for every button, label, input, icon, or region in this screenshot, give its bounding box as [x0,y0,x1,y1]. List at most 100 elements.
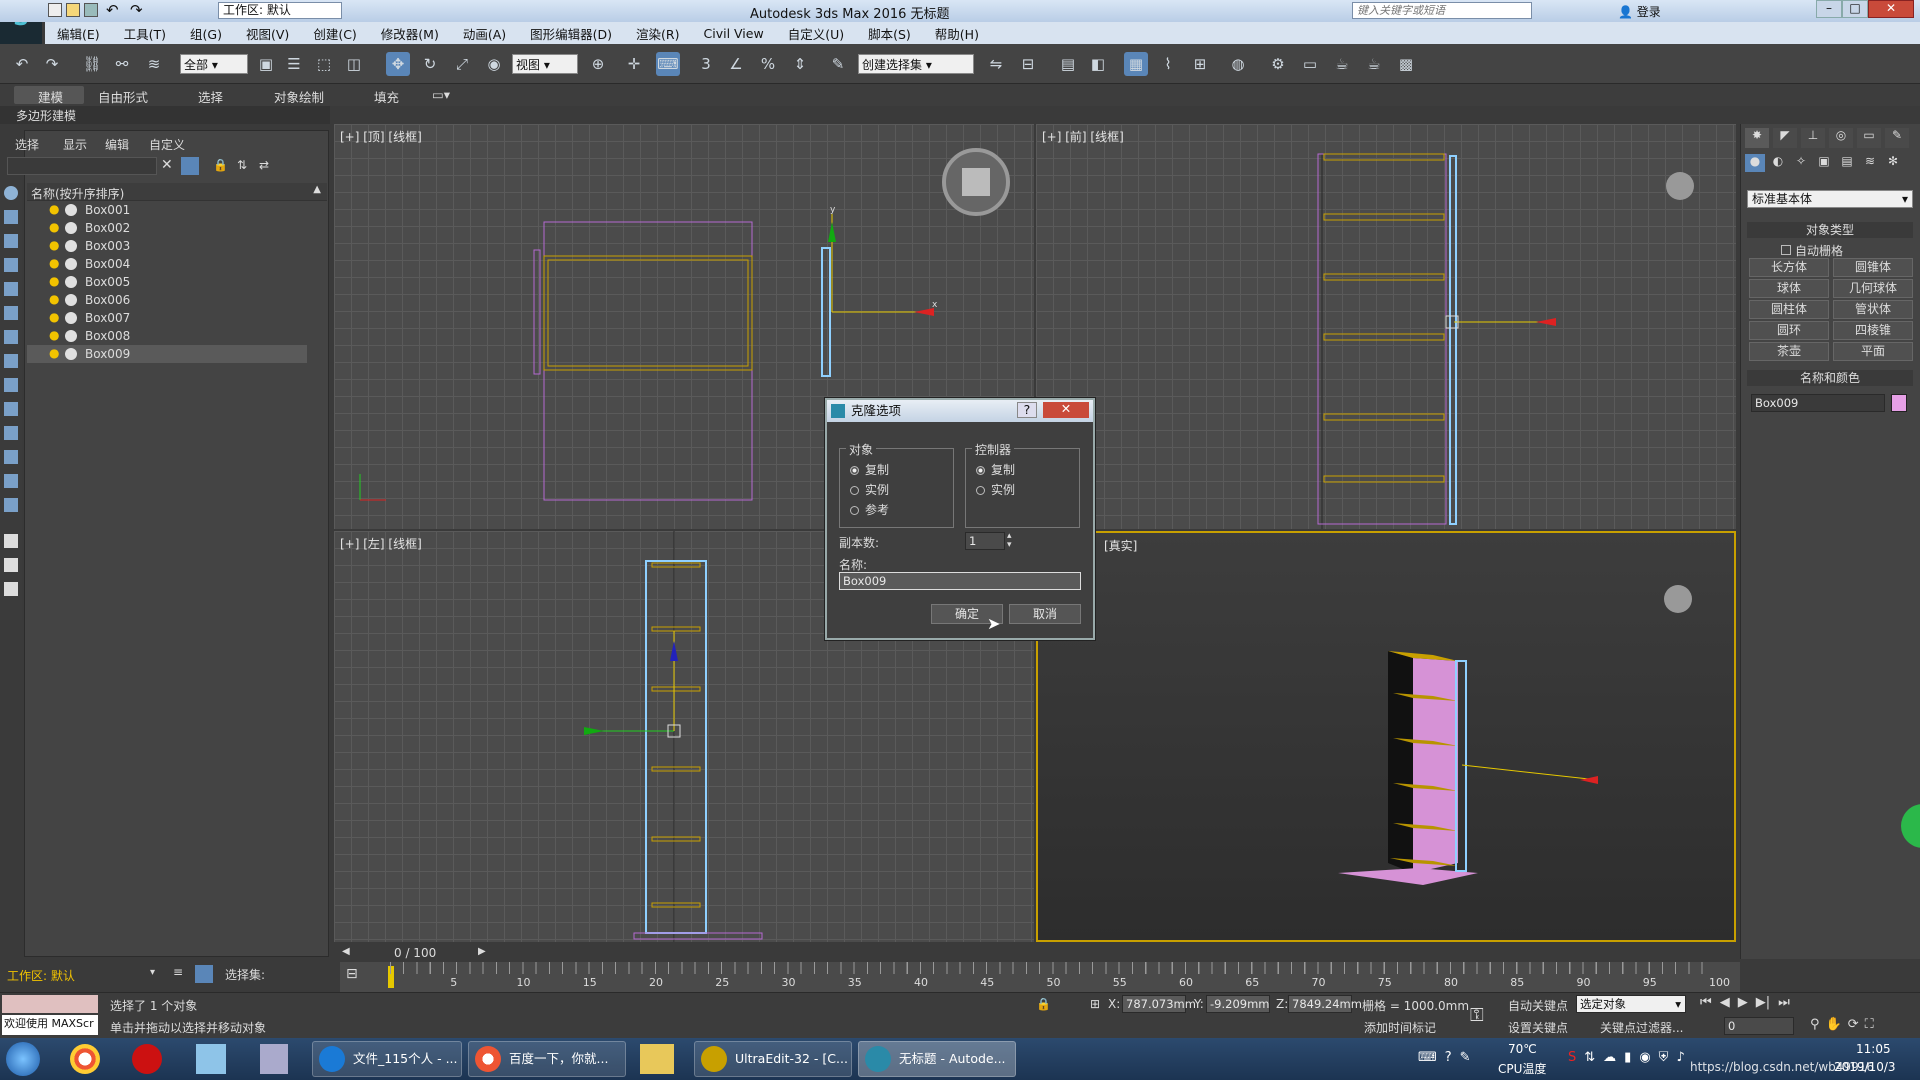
select-by-name-icon[interactable]: ☰ [282,52,306,76]
bind-spacewarp-icon[interactable]: ≋ [142,52,166,76]
close-icon[interactable]: ✕ [1868,0,1914,18]
file-explorer-icon[interactable] [640,1044,674,1074]
cloud-tray-icon[interactable]: ☁ [1603,1050,1616,1065]
volume-tray-icon[interactable]: ♪ [1676,1050,1684,1065]
explorer-tab-customize[interactable]: 自定义 [149,136,185,153]
lightbulb-icon[interactable]: ● [49,329,59,342]
list-item[interactable]: ● Box009 [27,345,307,363]
explorer-tab-display[interactable]: 显示 [63,136,87,153]
antivirus-tray-icon[interactable]: S [1568,1050,1576,1065]
maximize-icon[interactable]: □ [1842,0,1868,18]
menu-modifiers[interactable]: 修改器(M) [369,24,451,43]
lightbulb-icon[interactable]: ● [49,203,59,216]
render-setup-icon[interactable]: ⚙ [1266,52,1290,76]
time-next-icon[interactable]: ▶ [478,946,486,957]
placement-icon[interactable]: ◉ [482,52,506,76]
lightbulb-icon[interactable]: ● [49,239,59,252]
object-color-swatch[interactable] [1891,394,1907,412]
workspace-dropdown[interactable]: 工作区: 默认 [218,2,342,19]
key-filters-button[interactable]: 关键点过滤器... [1600,1019,1683,1036]
transform-mode-icon[interactable]: ⊞ [1090,997,1100,1011]
list-item[interactable]: ● Box008 [27,327,307,345]
manipulate-icon[interactable]: ✛ [622,52,646,76]
tab-selection[interactable]: 选择 [198,87,223,106]
utilities-tab-icon[interactable]: ✎ [1885,128,1909,148]
keyboard-shortcut-icon[interactable]: ⌨ [656,52,680,76]
systems-icon[interactable]: ✻ [1883,154,1903,174]
menu-graph-editors[interactable]: 图形编辑器(D) [518,24,624,43]
object-reference-radio[interactable]: 参考 [850,501,889,518]
lightbulb-icon[interactable]: ● [49,311,59,324]
menu-tools[interactable]: 工具(T) [112,24,178,43]
lightbulb-icon[interactable]: ● [49,275,59,288]
angle-snap-icon[interactable]: ∠ [724,52,748,76]
pan-icon[interactable]: ✋ [1826,1017,1842,1037]
scene-explorer-icon[interactable]: ▦ [1124,52,1148,76]
object-name-input[interactable]: Box009 [1751,394,1885,412]
taskbar-item-115[interactable]: 文件_115个人 - ... [312,1041,462,1077]
chrome-icon[interactable] [70,1044,100,1074]
render-activeshade-icon[interactable]: ▩ [1394,52,1418,76]
autogrid-checkbox[interactable]: 自动栅格 [1781,242,1843,259]
menu-animation[interactable]: 动画(A) [451,24,518,43]
object-instance-radio[interactable]: 实例 [850,481,889,498]
render-iterative-icon[interactable]: ☕ [1362,52,1386,76]
lock-icon[interactable]: 🔒 [213,158,228,172]
notepad-icon[interactable] [196,1044,226,1074]
list-header[interactable]: 名称(按升序排序) ▲ [27,183,327,201]
lightbulb-icon[interactable]: ● [49,221,59,234]
display-children-icon[interactable] [4,534,18,548]
start-button[interactable] [6,1042,40,1076]
display-dependents-icon[interactable] [4,582,18,596]
layers-icon[interactable]: ≡ [173,965,183,979]
pyramid-button[interactable]: 四棱锥 [1833,321,1913,340]
clock-date[interactable]: 2019/10/3 [1834,1060,1896,1074]
tab-modeling[interactable]: 建模 [38,87,63,106]
lightbulb-icon[interactable]: ● [49,293,59,306]
spacewarps-icon[interactable]: ≋ [1860,154,1880,174]
time-slider[interactable]: ◀ 0 / 100 ▶ [340,944,1740,962]
list-item[interactable]: ● Box004 [27,255,307,273]
snap-toggle-icon[interactable]: 3 [694,52,718,76]
zoom-icon[interactable]: ⚲ [1810,1017,1820,1037]
tab-object-paint[interactable]: 对象绘制 [274,87,324,106]
explorer-search-input[interactable] [7,157,157,175]
sphere-button[interactable]: 球体 [1749,279,1829,298]
next-frame-icon[interactable]: ▶| [1756,995,1770,1015]
spinner-arrows-icon[interactable]: ▴ ▾ [1007,532,1012,550]
teapot-button[interactable]: 茶壶 [1749,342,1829,361]
list-item[interactable]: ● Box006 [27,291,307,309]
taskbar-item-3dsmax[interactable]: 无标题 - Autode... [858,1041,1016,1077]
display-bones-icon[interactable] [4,402,18,416]
list-item[interactable]: ● Box001 [27,201,307,219]
viewport-perspective[interactable]: [真实] [1036,531,1736,942]
visibility-icon[interactable] [65,348,77,360]
spinner-snap-icon[interactable]: ⇕ [788,52,812,76]
x-coordinate-field[interactable]: 787.073mm [1122,995,1196,1013]
modify-tab-icon[interactable]: ◤ [1773,128,1797,148]
visibility-icon[interactable] [65,312,77,324]
menu-customize[interactable]: 自定义(U) [776,24,856,43]
go-to-start-icon[interactable]: ⏮ [1700,995,1712,1015]
tab-freeform[interactable]: 自由形式 [98,87,148,106]
calculator-icon[interactable] [260,1044,288,1074]
named-selection-dropdown[interactable]: 创建选择集 ▾ [858,54,974,74]
open-file-icon[interactable] [66,3,80,17]
previous-frame-icon[interactable]: ◀ [1720,995,1730,1015]
selection-filter-dropdown[interactable]: 全部 ▾ [180,54,248,74]
time-prev-icon[interactable]: ◀ [342,946,350,957]
help-icon[interactable]: ? [1017,402,1037,418]
explorer-tab-edit[interactable]: 编辑 [105,136,129,153]
menu-views[interactable]: 视图(V) [234,24,301,43]
display-hidden-icon[interactable] [4,474,18,488]
list-item[interactable]: ● Box002 [27,219,307,237]
list-item[interactable]: ● Box003 [27,237,307,255]
filter-icon[interactable] [181,157,199,175]
play-icon[interactable]: ▶ [1738,995,1748,1015]
pivot-center-icon[interactable]: ⊕ [586,52,610,76]
hierarchy-icon[interactable]: ⇅ [237,158,247,172]
torus-button[interactable]: 圆环 [1749,321,1829,340]
go-to-end-icon[interactable]: ⏭ [1778,995,1790,1015]
track-bar[interactable]: ⊟ 5 10 15 20 25 30 35 40 45 50 55 60 65 70 75 80 85 90 95 1… [340,962,1740,992]
lightbulb-icon[interactable]: ● [49,257,59,270]
